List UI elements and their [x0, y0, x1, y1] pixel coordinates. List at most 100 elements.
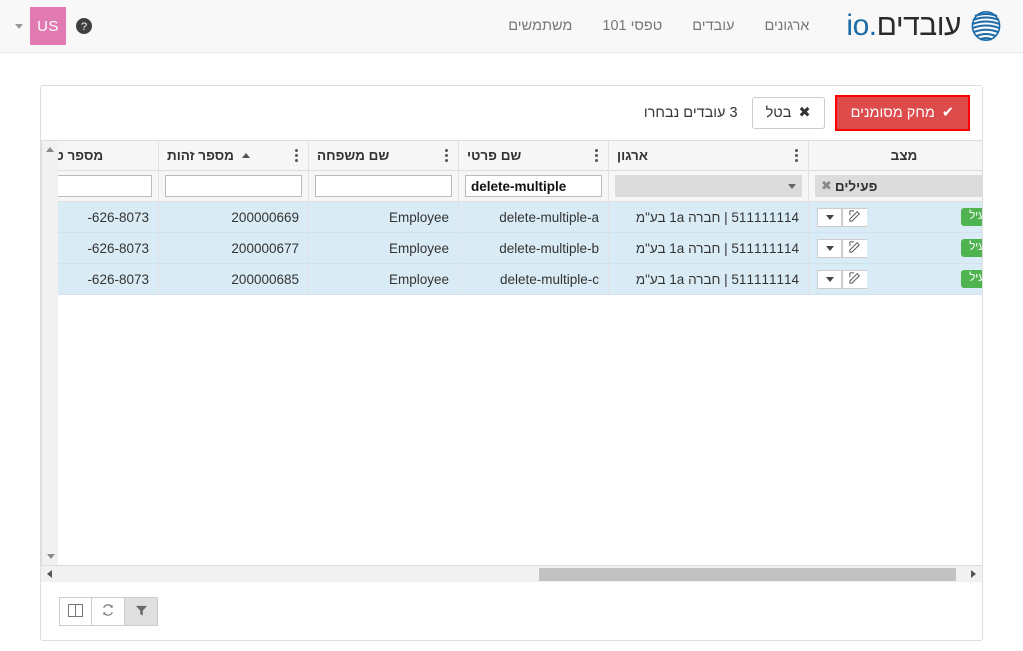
- cell-org: 511111114 | חברה 1a בע"מ: [608, 201, 809, 233]
- cell-phone: -626-8073: [58, 201, 159, 233]
- globe-icon: [969, 9, 1003, 43]
- row-dropdown-button[interactable]: [817, 207, 842, 227]
- brand-logo[interactable]: עובדים.io: [842, 0, 1007, 53]
- column-title-id-number: מספר זהות: [167, 148, 234, 163]
- filter-toggle-button[interactable]: [125, 597, 158, 626]
- avatar[interactable]: US: [30, 7, 66, 45]
- cell-org: 511111114 | חברה 1a בע"מ: [608, 232, 809, 264]
- cell-last-name: Employee: [308, 201, 459, 233]
- column-header-id-number[interactable]: מספר זהות: [158, 141, 309, 171]
- horizontal-scrollbar[interactable]: [41, 565, 982, 582]
- delete-selected-highlight: ✔ מחק מסומנים: [834, 95, 970, 131]
- cell-status: פעיל: [808, 263, 982, 295]
- scroll-up-arrow[interactable]: [41, 141, 58, 158]
- filter-cell-first-name: [458, 170, 609, 202]
- row-edit-button[interactable]: [842, 238, 867, 258]
- column-header-last-name[interactable]: שם משפחה: [308, 141, 459, 171]
- cell-phone: -626-8073: [58, 232, 159, 264]
- cell-phone-text: -626-8073: [87, 209, 149, 225]
- nav-link-employees[interactable]: עובדים: [677, 0, 749, 53]
- nav-link-forms-101[interactable]: טפסי 101: [587, 0, 677, 53]
- check-icon: ✔: [941, 105, 954, 121]
- cell-first-name: delete-multiple-a: [458, 201, 609, 233]
- sort-ascending-icon: [241, 153, 250, 158]
- filter-input-first-name[interactable]: [465, 175, 602, 197]
- columns-icon: [68, 603, 83, 620]
- scroll-right-arrow[interactable]: [965, 566, 982, 583]
- cell-phone-text: -626-8073: [87, 271, 149, 287]
- selected-count-label: 3 עובדים נבחרו: [643, 105, 738, 121]
- row-dropdown-button[interactable]: [817, 269, 842, 289]
- filter-input-last-name[interactable]: [315, 175, 452, 197]
- edit-pencil-icon: [849, 240, 861, 256]
- cell-id-number-text: 200000685: [231, 271, 299, 287]
- column-menu-icon-id-number[interactable]: [293, 147, 300, 164]
- page-body: ✔ מחק מסומנים ✖ בטל 3 עובדים נבחרו מצב א…: [0, 53, 1023, 641]
- filter-cell-last-name: [308, 170, 459, 202]
- table-row[interactable]: פעיל: [58, 201, 982, 233]
- column-menu-icon-last-name[interactable]: [443, 147, 450, 164]
- filter-input-id-number[interactable]: [165, 175, 302, 197]
- column-menu-icon-org[interactable]: [793, 147, 800, 164]
- chevron-down-icon: [825, 214, 834, 220]
- filter-row: פעילים ✖: [58, 170, 982, 202]
- cell-status: פעיל: [808, 232, 982, 264]
- row-edit-button[interactable]: [842, 207, 867, 227]
- nav-link-users[interactable]: משתמשים: [493, 0, 587, 53]
- help-circle-icon[interactable]: ?: [66, 18, 102, 34]
- column-header-phone[interactable]: מספר טלפון נ: [58, 141, 159, 171]
- row-dropdown-button[interactable]: [817, 238, 842, 258]
- filter-cell-org: [608, 170, 809, 202]
- horizontal-scroll-thumb[interactable]: [538, 567, 956, 581]
- cell-last-name-text: Employee: [388, 240, 449, 256]
- grid-bottom-toolbar: [41, 582, 982, 640]
- cell-status: פעיל: [808, 201, 982, 233]
- delete-selected-button[interactable]: ✔ מחק מסומנים: [836, 97, 968, 129]
- column-title-first-name: שם פרטי: [467, 148, 522, 163]
- columns-toggle-button[interactable]: [59, 597, 92, 626]
- column-menu-icon-first-name[interactable]: [593, 147, 600, 164]
- employees-panel: ✔ מחק מסומנים ✖ בטל 3 עובדים נבחרו מצב א…: [40, 85, 983, 641]
- column-header-status[interactable]: מצב: [808, 141, 982, 171]
- column-title-phone: מספר טלפון נ: [58, 148, 104, 163]
- cell-last-name-text: Employee: [388, 271, 449, 287]
- cancel-selection-button[interactable]: ✖ בטל: [751, 97, 825, 129]
- table-row[interactable]: פעיל: [58, 232, 982, 264]
- navbar-user-area: ? US: [8, 0, 102, 53]
- cell-first-name-text: delete-multiple-b: [499, 240, 599, 256]
- row-edit-button[interactable]: [842, 269, 867, 289]
- status-badge: פעיל: [961, 239, 982, 257]
- filter-cell-status: פעילים ✖: [808, 170, 982, 202]
- chevron-down-icon[interactable]: [15, 23, 23, 29]
- cell-id-number-text: 200000677: [231, 240, 299, 256]
- column-title-status: מצב: [890, 148, 918, 163]
- filter-select-status[interactable]: פעילים ✖: [815, 175, 982, 197]
- delete-selected-label: מחק מסומנים: [850, 105, 935, 121]
- vertical-scrollbar[interactable]: [41, 141, 58, 565]
- column-title-last-name: שם משפחה: [317, 148, 390, 163]
- clear-status-filter-icon[interactable]: ✖: [821, 178, 832, 194]
- cell-id-number: 200000669: [158, 201, 309, 233]
- refresh-button[interactable]: [92, 597, 125, 626]
- column-header-org[interactable]: ארגון: [608, 141, 809, 171]
- filter-cell-phone: [58, 170, 159, 202]
- status-badge: פעיל: [961, 208, 982, 226]
- nav-link-organizations[interactable]: ארגונים: [749, 0, 824, 53]
- table-row[interactable]: פעיל: [58, 263, 982, 295]
- table-head: מצב ארגון שם פרטי שם משפחה מספר זהות מספ…: [58, 141, 982, 202]
- scroll-left-arrow[interactable]: [41, 566, 58, 583]
- cell-first-name-text: delete-multiple-c: [499, 271, 599, 287]
- filter-input-phone[interactable]: [58, 175, 152, 197]
- cell-first-name: delete-multiple-b: [458, 232, 609, 264]
- cell-last-name-text: Employee: [388, 209, 449, 225]
- horizontal-scroll-track[interactable]: [58, 566, 965, 583]
- cell-id-number-text: 200000669: [231, 209, 299, 225]
- cell-org-text: 511111114 | חברה 1a בע"מ: [635, 271, 799, 287]
- cell-first-name: delete-multiple-c: [458, 263, 609, 295]
- chevron-down-icon: [825, 245, 834, 251]
- scroll-down-arrow[interactable]: [42, 548, 59, 565]
- filter-select-org[interactable]: [615, 175, 802, 197]
- selection-toolbar: ✔ מחק מסומנים ✖ בטל 3 עובדים נבחרו: [41, 86, 982, 140]
- brand-suffix: .io: [846, 9, 877, 42]
- column-header-first-name[interactable]: שם פרטי: [458, 141, 609, 171]
